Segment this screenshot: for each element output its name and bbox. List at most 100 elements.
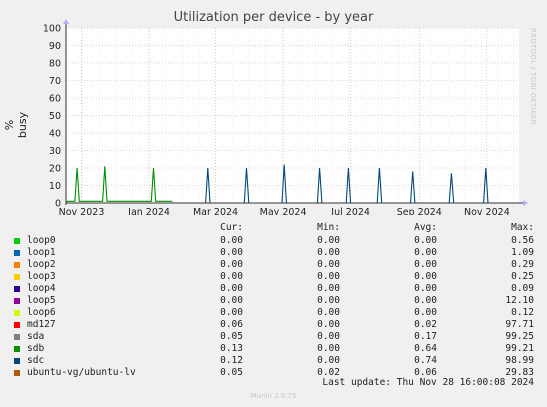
legend-row: sdc 0.12 0.00 0.74 98.99 <box>0 355 547 367</box>
legend-swatch <box>14 346 20 352</box>
legend-swatch <box>14 274 20 280</box>
legend-row: loop1 0.00 0.00 0.00 1.09 <box>0 247 547 259</box>
legend-cur-value: 0.06 <box>220 319 243 330</box>
legend-series-name: sdc <box>27 355 45 366</box>
legend-series-name: loop5 <box>27 295 56 306</box>
y-tick-label: 40 <box>49 129 61 140</box>
legend-avg-value: 0.74 <box>414 355 437 366</box>
chart-title: Utilization per device - by year <box>173 10 374 25</box>
legend-header-max: Max: <box>511 222 534 233</box>
legend-avg-value: 0.00 <box>414 259 437 270</box>
legend-series-name: loop1 <box>27 247 56 258</box>
legend-cur-value: 0.05 <box>220 367 243 378</box>
y-tick-label: 100 <box>43 24 61 35</box>
legend-cur-value: 0.00 <box>220 247 243 258</box>
legend-cur-value: 0.05 <box>220 331 243 342</box>
x-tick-label: May 2024 <box>260 207 307 215</box>
legend-min-value: 0.00 <box>317 271 340 282</box>
legend-swatch <box>14 250 20 256</box>
legend-swatch <box>14 358 20 364</box>
legend-series-name: sda <box>27 331 45 342</box>
legend-avg-value: 0.00 <box>414 247 437 258</box>
legend-swatch <box>14 322 20 328</box>
y-tick-label: 30 <box>49 146 61 157</box>
legend-avg-value: 0.17 <box>414 331 437 342</box>
y-tick-label: 80 <box>49 59 61 70</box>
legend-min-value: 0.00 <box>317 259 340 270</box>
y-tick-label: 70 <box>49 76 61 87</box>
y-tick-label: 10 <box>49 181 61 192</box>
legend-series-name: loop6 <box>27 307 56 318</box>
legend-min-value: 0.00 <box>317 283 340 294</box>
y-tick-label: 20 <box>49 164 61 175</box>
legend-min-value: 0.00 <box>317 343 340 354</box>
legend-row: loop4 0.00 0.00 0.00 0.09 <box>0 283 547 295</box>
legend-series-name: loop0 <box>27 235 56 246</box>
legend-max-value: 0.09 <box>511 283 534 294</box>
legend-swatch <box>14 298 20 304</box>
legend-cur-value: 0.00 <box>220 271 243 282</box>
x-axis-arrow <box>523 200 528 206</box>
legend-min-value: 0.00 <box>317 331 340 342</box>
legend-min-value: 0.00 <box>317 319 340 330</box>
legend-swatch <box>14 310 20 316</box>
legend-cur-value: 0.00 <box>220 235 243 246</box>
y-axis-label: % busy <box>3 111 29 139</box>
legend-avg-value: 0.00 <box>414 271 437 282</box>
x-tick-label: Jan 2024 <box>127 207 170 215</box>
y-tick-label: 50 <box>49 111 61 122</box>
x-tick-label: Mar 2024 <box>193 207 238 215</box>
x-tick-label: Jul 2024 <box>330 207 370 215</box>
legend-row: loop5 0.00 0.00 0.00 12.10 <box>0 295 547 307</box>
legend-swatch <box>14 262 20 268</box>
legend-max-value: 12.10 <box>505 295 534 306</box>
legend-row: loop2 0.00 0.00 0.00 0.29 <box>0 259 547 271</box>
legend-series-name: sdb <box>27 343 45 354</box>
legend-min-value: 0.00 <box>317 235 340 246</box>
legend-max-value: 98.99 <box>505 355 534 366</box>
legend-max-value: 99.25 <box>505 331 534 342</box>
x-tick-label: Nov 2024 <box>464 207 510 215</box>
legend-max-value: 0.25 <box>511 271 534 282</box>
y-tick-label: 90 <box>49 41 61 52</box>
legend-max-value: 0.56 <box>511 235 534 246</box>
legend-max-value: 0.29 <box>511 259 534 270</box>
munin-version: Munin 2.0.75 <box>250 392 297 400</box>
legend-row: sda 0.05 0.00 0.17 99.25 <box>0 331 547 343</box>
legend-header: Cur: Min: Avg: Max: <box>0 222 547 234</box>
x-tick-label: Nov 2023 <box>59 207 105 215</box>
legend-avg-value: 0.00 <box>414 295 437 306</box>
legend-cur-value: 0.00 <box>220 307 243 318</box>
legend-swatch <box>14 370 20 376</box>
legend-min-value: 0.00 <box>317 307 340 318</box>
legend-cur-value: 0.00 <box>220 295 243 306</box>
x-tick-labels: Nov 2023 Jan 2024 Mar 2024 May 2024 Jul 2024… <box>59 207 510 215</box>
y-tick-labels: 0102030405060708090100 <box>43 24 61 210</box>
legend-swatch <box>14 286 20 292</box>
legend-min-value: 0.00 <box>317 295 340 306</box>
y-tick-label: 60 <box>49 94 61 105</box>
legend-row: loop0 0.00 0.00 0.00 0.56 <box>0 235 547 247</box>
rrdtool-credit: RRDTOOL / TOBI OETIKER <box>529 28 537 125</box>
legend-row: md127 0.06 0.00 0.02 97.71 <box>0 319 547 331</box>
legend-avg-value: 0.00 <box>414 235 437 246</box>
legend-header-min: Min: <box>317 222 340 233</box>
legend-swatch <box>14 334 20 340</box>
legend-max-value: 97.71 <box>505 319 534 330</box>
legend-cur-value: 0.13 <box>220 343 243 354</box>
legend-min-value: 0.00 <box>317 355 340 366</box>
legend-cur-value: 0.00 <box>220 259 243 270</box>
chart-area: 0102030405060708090100 Nov 2023 Jan 2024 M… <box>43 19 528 215</box>
x-tick-label: Sep 2024 <box>397 207 442 215</box>
legend-series-name: loop3 <box>27 271 56 282</box>
legend-avg-value: 0.02 <box>414 319 437 330</box>
legend-cur-value: 0.12 <box>220 355 243 366</box>
legend-header-avg: Avg: <box>414 222 437 233</box>
legend-avg-value: 0.00 <box>414 283 437 294</box>
legend-header-cur: Cur: <box>220 222 243 233</box>
legend-max-value: 99.21 <box>505 343 534 354</box>
legend-avg-value: 0.64 <box>414 343 437 354</box>
legend-row: loop6 0.00 0.00 0.00 0.12 <box>0 307 547 319</box>
legend-swatch <box>14 238 20 244</box>
legend-cur-value: 0.00 <box>220 283 243 294</box>
